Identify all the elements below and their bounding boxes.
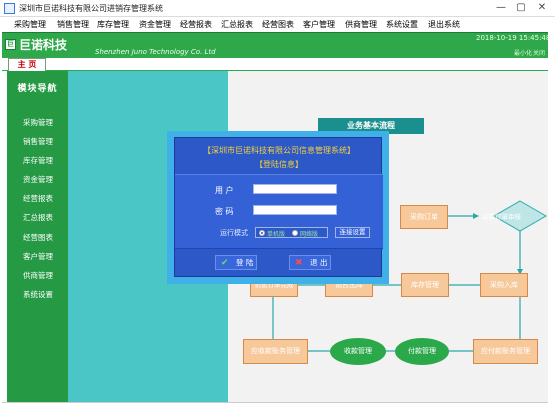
sidebar-item-funds[interactable]: 资金管理 bbox=[23, 174, 53, 185]
menu-stock[interactable]: 库存管理 bbox=[97, 19, 129, 30]
logo-icon: 巨 bbox=[5, 39, 16, 50]
radio-network-label: 网络版 bbox=[300, 231, 319, 238]
window-title-bar: 深圳市巨诺科技有限公司进销存管理系统 — ▢ ✕ bbox=[0, 0, 555, 17]
window-title: 深圳市巨诺科技有限公司进销存管理系统 bbox=[19, 4, 163, 13]
header-minimize-button[interactable]: 最小化 bbox=[514, 48, 532, 57]
sidebar-item-purchase[interactable]: 采购管理 bbox=[23, 117, 53, 128]
sidebar-title: 模块导航 bbox=[17, 84, 58, 94]
flow-node-purchase-review: 采购订单审核 bbox=[482, 213, 521, 221]
menu-business-chart[interactable]: 经营图表 bbox=[262, 19, 294, 30]
menu-customers[interactable]: 客户管理 bbox=[303, 19, 335, 30]
login-subtitle: 【登陆信息】 bbox=[255, 160, 303, 169]
company-name: 巨诺科技 bbox=[19, 38, 68, 52]
header-close-button[interactable]: 关闭 bbox=[533, 48, 545, 57]
menu-sales[interactable]: 销售管理 bbox=[57, 19, 89, 30]
module-sidebar: 模块导航 采购管理 销售管理 库存管理 资金管理 经营报表 汇总报表 经营图表 … bbox=[7, 71, 68, 402]
menu-exit[interactable]: 退出系统 bbox=[428, 19, 460, 30]
login-dialog: 【深圳市巨诺科技有限公司信息管理系统】 【登陆信息】 用 户 密 码 运行模式 … bbox=[174, 137, 383, 277]
app-header: 巨 巨诺科技 Shenzhen Juno Technology Co. Ltd … bbox=[2, 32, 551, 58]
connection-settings-button[interactable]: 连接设置 bbox=[335, 227, 370, 238]
flow-node-collect: 收款管理 bbox=[330, 338, 386, 365]
password-label: 密 码 bbox=[215, 207, 234, 216]
menu-purchase[interactable]: 采购管理 bbox=[14, 19, 46, 30]
login-title: 【深圳市巨诺科技有限公司信息管理系统】 bbox=[203, 146, 355, 155]
current-datetime: 2018-10-19 15:45:48 bbox=[476, 34, 551, 42]
app-icon bbox=[4, 3, 15, 14]
menu-summary-report[interactable]: 汇总报表 bbox=[221, 19, 253, 30]
radio-network[interactable] bbox=[292, 230, 298, 236]
menu-business-report[interactable]: 经营报表 bbox=[180, 19, 212, 30]
flow-node-pay: 付款管理 bbox=[395, 338, 449, 365]
menu-settings[interactable]: 系统设置 bbox=[386, 19, 418, 30]
close-icon: ✖ bbox=[295, 258, 303, 268]
user-input[interactable] bbox=[253, 184, 337, 194]
status-bar bbox=[2, 402, 548, 412]
tab-home[interactable]: 主 页 bbox=[8, 58, 46, 71]
flow-node-payable: 应付款账务管理 bbox=[473, 339, 538, 364]
exit-button-label: 退 出 bbox=[310, 258, 328, 267]
flow-node-purchase-in: 采购入库 bbox=[480, 273, 528, 297]
menu-bar: 采购管理 销售管理 库存管理 资金管理 经营报表 汇总报表 经营图表 客户管理 … bbox=[0, 17, 555, 32]
maximize-icon[interactable]: ▢ bbox=[510, 0, 532, 16]
sidebar-item-sales[interactable]: 销售管理 bbox=[23, 136, 53, 147]
close-icon[interactable]: ✕ bbox=[531, 0, 553, 16]
sidebar-item-settings[interactable]: 系统设置 bbox=[23, 289, 53, 300]
flow-node-stock: 库存管理 bbox=[401, 273, 449, 297]
sidebar-item-customers[interactable]: 客户管理 bbox=[23, 251, 53, 262]
login-button[interactable]: ✔ 登 陆 bbox=[215, 255, 257, 270]
password-input[interactable] bbox=[253, 205, 337, 215]
minimize-icon[interactable]: — bbox=[490, 0, 512, 16]
run-mode-label: 运行模式 bbox=[220, 229, 248, 237]
sidebar-item-summary-report[interactable]: 汇总报表 bbox=[23, 212, 53, 223]
radio-standalone-label: 单机版 bbox=[267, 231, 286, 238]
sidebar-item-suppliers[interactable]: 供商管理 bbox=[23, 270, 53, 281]
run-mode-group: 单机版 网络版 bbox=[255, 227, 328, 238]
check-icon: ✔ bbox=[221, 258, 229, 268]
radio-standalone[interactable] bbox=[259, 230, 265, 236]
menu-suppliers[interactable]: 供商管理 bbox=[345, 19, 377, 30]
flow-node-receivable: 应收款账务管理 bbox=[243, 339, 308, 364]
company-english-name: Shenzhen Juno Technology Co. Ltd bbox=[95, 48, 216, 56]
login-button-label: 登 陆 bbox=[236, 258, 254, 267]
user-label: 用 户 bbox=[215, 186, 234, 195]
sidebar-item-business-chart[interactable]: 经营图表 bbox=[23, 232, 53, 243]
tab-strip: 主 页 bbox=[2, 58, 548, 71]
sidebar-item-business-report[interactable]: 经营报表 bbox=[23, 193, 53, 204]
sidebar-item-stock[interactable]: 库存管理 bbox=[23, 155, 53, 166]
menu-funds[interactable]: 资金管理 bbox=[139, 19, 171, 30]
exit-button[interactable]: ✖ 退 出 bbox=[289, 255, 331, 270]
flow-node-purchase-order: 采购订单 bbox=[400, 205, 448, 229]
